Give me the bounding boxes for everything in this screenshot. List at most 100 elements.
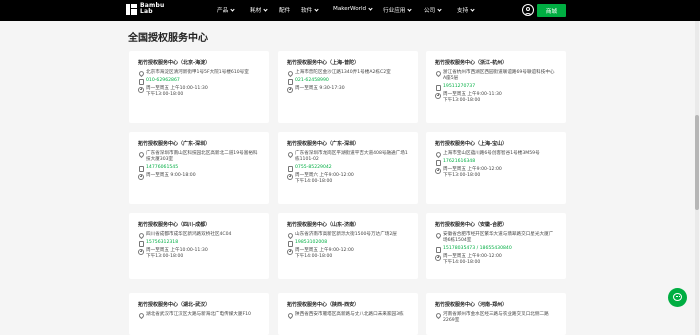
card-title: 拓竹授权服务中心（湖北-武汉） [138, 302, 211, 308]
address-text: 浙江省杭州市西湖区西园街道联谊路69号联谊科技中心A座5层 [443, 70, 555, 81]
page-title: 全国授权服务中心 [128, 33, 208, 44]
hours-text: 周一至周五 9:30-17:30 [295, 86, 345, 91]
hours-row: 周一至周五 上午10:00-11:30 下午13:00-18:00 [138, 86, 260, 98]
user-account-icon[interactable] [522, 4, 534, 16]
phone-row: 15178035473 / 18655430840 [435, 246, 557, 253]
phone-link[interactable]: 010-62962867 [146, 78, 260, 84]
nav-item-label: 软件 [301, 8, 313, 14]
nav-item-support[interactable]: 支持 [457, 6, 475, 14]
phone-link[interactable]: 15756312318 [146, 240, 260, 246]
location-pin-icon [435, 233, 440, 238]
scrollbar-thumb[interactable] [695, 115, 699, 210]
address-row: 四川省成都市成华区新鸿路双桥社区4C04 [138, 232, 260, 238]
hours-text: 周一至周五 9:00-18:00 [146, 173, 196, 178]
phone-row: 010-62962867 [138, 78, 260, 85]
chevron-down-icon [437, 6, 442, 12]
clock-icon [435, 92, 442, 99]
phone-icon [435, 159, 441, 166]
nav-item-makerworld[interactable]: MakerWorld [333, 5, 373, 12]
location-pin-icon [435, 152, 440, 157]
hours-line: 周一至周五 上午9:00-12:00 [443, 167, 502, 172]
address-text: 安徽省合肥市经开区繁华大道与翡翠路交口星光大厦广场6栋1504室 [443, 232, 554, 243]
address-text: 陕西省西安市雁塔区高新路与丈八北路口未来家园3栋 [295, 312, 404, 317]
hours-row: 周一至周五 9:30-17:30 [287, 86, 409, 93]
address-row: 安徽省合肥市经开区繁华大道与翡翠路交口星光大厦广场6栋1504室 [435, 232, 557, 244]
phone-row: 021-62458990 [287, 78, 409, 85]
nav-item-label: 耗材 [250, 8, 262, 14]
phone-row: 19511270737 [435, 84, 557, 91]
chevron-down-icon [470, 6, 475, 12]
nav-item-company[interactable]: 公司 [424, 6, 442, 14]
nav-item-products[interactable]: 产品 [217, 6, 235, 14]
nav-item-software[interactable]: 软件 [301, 6, 319, 14]
card-title: 拓竹授权服务中心（安徽-合肥） [435, 222, 508, 228]
service-center-card: 拓竹授权服务中心（北京-海淀） 北京市海淀区清河新街甲1号5F大院1号楼610号… [129, 51, 269, 123]
service-center-card: 拓竹授权服务中心（安徽-合肥） 安徽省合肥市经开区繁华大道与翡翠路交口星光大厦广… [426, 213, 566, 279]
nav-item-label: 产品 [217, 8, 229, 14]
address-text: 广东省深圳市南山区科技园北区高新北二道19号富裕科技大厦303室 [146, 151, 258, 162]
nav-item-label: 公司 [424, 8, 436, 14]
phone-row: 0755-85229042 [287, 165, 409, 172]
card-title: 拓竹授权服务中心（北京-海淀） [138, 60, 211, 66]
address-row: 上海市宝山区蕴川路6号创客智谷1号楼3M59号 [435, 151, 557, 157]
phone-link[interactable]: 0755-85229042 [295, 165, 409, 171]
address-text: 广东省深圳市龙岗区平湖街道平吉大道408号融通广场1栋1101-02 [295, 151, 408, 162]
address-row: 北京市海淀区清河新街甲1号5F大院1号楼610号室 [138, 70, 260, 76]
service-center-card: 拓竹授权服务中心（湖北-武汉） 湖北省武汉市江汉区大路与新海北广电传媒大厦F10 [129, 293, 269, 335]
address-row: 湖北省武汉市江汉区大路与新海北广电传媒大厦F10 [138, 312, 260, 318]
hours-row: 周一至周五 上午10:00-11:30 下午13:00-18:00 [138, 248, 260, 260]
card-title: 拓竹授权服务中心（浙江-杭州） [435, 60, 508, 66]
hours-text: 周一至周五 上午9:00-12:00 下午14:00-18:00 [295, 248, 409, 260]
chat-bubble-icon [673, 293, 682, 301]
bambu-lab-logo[interactable]: Bambu Lab [126, 3, 164, 15]
address-row: 广东省深圳市龙岗区平湖街道平吉大道408号融通广场1栋1101-02 [287, 151, 409, 163]
location-pin-icon [138, 152, 143, 157]
card-title: 拓竹授权服务中心（山东-济南） [287, 222, 360, 228]
location-pin-icon [287, 313, 292, 318]
hours-row: 周一至周五 上午9:00-11:30 下午13:00-18:00 [435, 92, 557, 104]
chevron-down-icon [368, 5, 373, 11]
phone-icon [287, 165, 293, 172]
service-center-card: 拓竹授权服务中心（上海-宝山） 上海市宝山区蕴川路6号创客智谷1号楼3M59号 … [426, 132, 566, 204]
location-pin-icon [138, 71, 143, 76]
shop-button[interactable]: 商城 [537, 4, 566, 17]
hours-text: 周一至周五 上午10:00-11:30 下午13:00-18:00 [146, 86, 260, 98]
location-pin-icon [287, 152, 292, 157]
hours-line: 周一至周六 上午9:00-12:00 [295, 173, 354, 178]
phone-link[interactable]: 15178035473 / 18655430840 [443, 246, 557, 252]
hours-line: 下午13:00-18:00 [443, 173, 481, 178]
service-center-card: 拓竹授权服务中心（广东-深圳） 广东省深圳市龙岗区平湖街道平吉大道408号融通广… [278, 132, 418, 204]
phone-icon [138, 165, 144, 172]
phone-link[interactable]: 19853102008 [295, 240, 409, 246]
nav-item-industry[interactable]: 行业应用 [383, 6, 413, 14]
hours-text: 周一至周五 上午9:00-11:30 下午13:00-18:00 [443, 92, 557, 104]
phone-link[interactable]: 14776061545 [146, 165, 260, 171]
address-text: 四川省成都市成华区新鸿路双桥社区4C04 [146, 232, 232, 237]
chat-support-button[interactable] [668, 288, 687, 307]
phone-link[interactable]: 19511270737 [443, 84, 557, 90]
nav-item-filament[interactable]: 耗材 [250, 6, 268, 14]
nav-item-accessories[interactable]: 配件 [279, 6, 290, 14]
hours-text: 周一至周五 上午9:00-12:00 下午13:00-18:00 [443, 167, 557, 179]
hours-row: 周一至周五 上午9:00-12:00 下午14:00-18:00 [287, 248, 409, 260]
address-row: 山东省济南市高新区新泺大街1500号万达广场2层 [287, 232, 409, 238]
hours-row: 周一至周五 9:00-18:00 [138, 173, 260, 180]
hours-line: 周一至周五 上午10:00-11:30 [146, 248, 208, 253]
service-center-card: 拓竹授权服务中心（四川-成都） 四川省成都市成华区新鸿路双桥社区4C04 157… [129, 213, 269, 279]
address-row: 上海市普陀区金沙江路1340弄1号楼A2栋C2室 [287, 70, 409, 76]
location-pin-icon [435, 71, 440, 76]
phone-row: 15756312318 [138, 240, 260, 247]
phone-row: 19853102008 [287, 240, 409, 247]
chevron-down-icon [263, 6, 268, 12]
service-center-card: 拓竹授权服务中心（河南-郑州） 河南省郑州市金水区经三路与农业路交叉口北侧二路2… [426, 293, 566, 335]
hours-row: 周一至周五 上午9:00-12:00 下午14:00-18:00 [435, 254, 557, 266]
clock-icon [287, 86, 294, 93]
phone-link[interactable]: 17621616348 [443, 159, 557, 165]
hours-row: 周一至周六 上午9:00-12:00 下午14:00-18:00 [287, 173, 409, 185]
card-title: 拓竹授权服务中心（河南-郑州） [435, 302, 508, 308]
address-text: 山东省济南市高新区新泺大街1500号万达广场2层 [295, 232, 397, 237]
clock-icon [287, 248, 294, 255]
phone-link[interactable]: 021-62458990 [295, 78, 409, 84]
scrollbar[interactable] [695, 21, 699, 335]
hours-text: 周一至周五 上午9:00-12:00 下午14:00-18:00 [443, 254, 557, 266]
